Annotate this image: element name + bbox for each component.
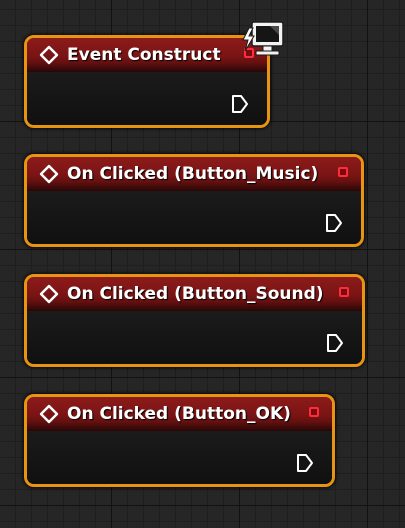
event-node-construct[interactable]: Event Construct bbox=[24, 35, 270, 128]
node-body bbox=[27, 72, 267, 125]
node-body bbox=[27, 431, 332, 484]
event-diamond-icon bbox=[39, 45, 59, 65]
node-title: On Clicked (Button_OK) bbox=[67, 404, 291, 424]
node-title: On Clicked (Button_Sound) bbox=[67, 284, 324, 304]
node-title: Event Construct bbox=[67, 45, 221, 65]
event-node-on-clicked-button-music[interactable]: On Clicked (Button_Music) bbox=[24, 154, 364, 247]
exec-pin-icon[interactable] bbox=[231, 94, 249, 114]
node-header: On Clicked (Button_Sound) bbox=[27, 277, 362, 311]
event-diamond-icon bbox=[39, 404, 59, 424]
event-node-on-clicked-button-ok[interactable]: On Clicked (Button_OK) bbox=[24, 394, 335, 487]
event-node-on-clicked-button-sound[interactable]: On Clicked (Button_Sound) bbox=[24, 274, 365, 367]
exec-pin-icon[interactable] bbox=[325, 213, 343, 233]
client-replicated-icon bbox=[242, 21, 284, 56]
event-diamond-icon bbox=[39, 284, 59, 304]
node-body bbox=[27, 311, 362, 364]
exec-pin-icon[interactable] bbox=[296, 453, 314, 473]
node-header: On Clicked (Button_OK) bbox=[27, 397, 332, 431]
delegate-pin-icon[interactable] bbox=[339, 287, 349, 297]
exec-pin-icon[interactable] bbox=[326, 333, 344, 353]
node-header: On Clicked (Button_Music) bbox=[27, 157, 361, 191]
delegate-pin-icon[interactable] bbox=[309, 407, 319, 417]
event-diamond-icon bbox=[39, 164, 59, 184]
node-header: Event Construct bbox=[27, 38, 267, 72]
node-body bbox=[27, 191, 361, 244]
delegate-pin-icon[interactable] bbox=[338, 167, 348, 177]
node-title: On Clicked (Button_Music) bbox=[67, 164, 319, 184]
